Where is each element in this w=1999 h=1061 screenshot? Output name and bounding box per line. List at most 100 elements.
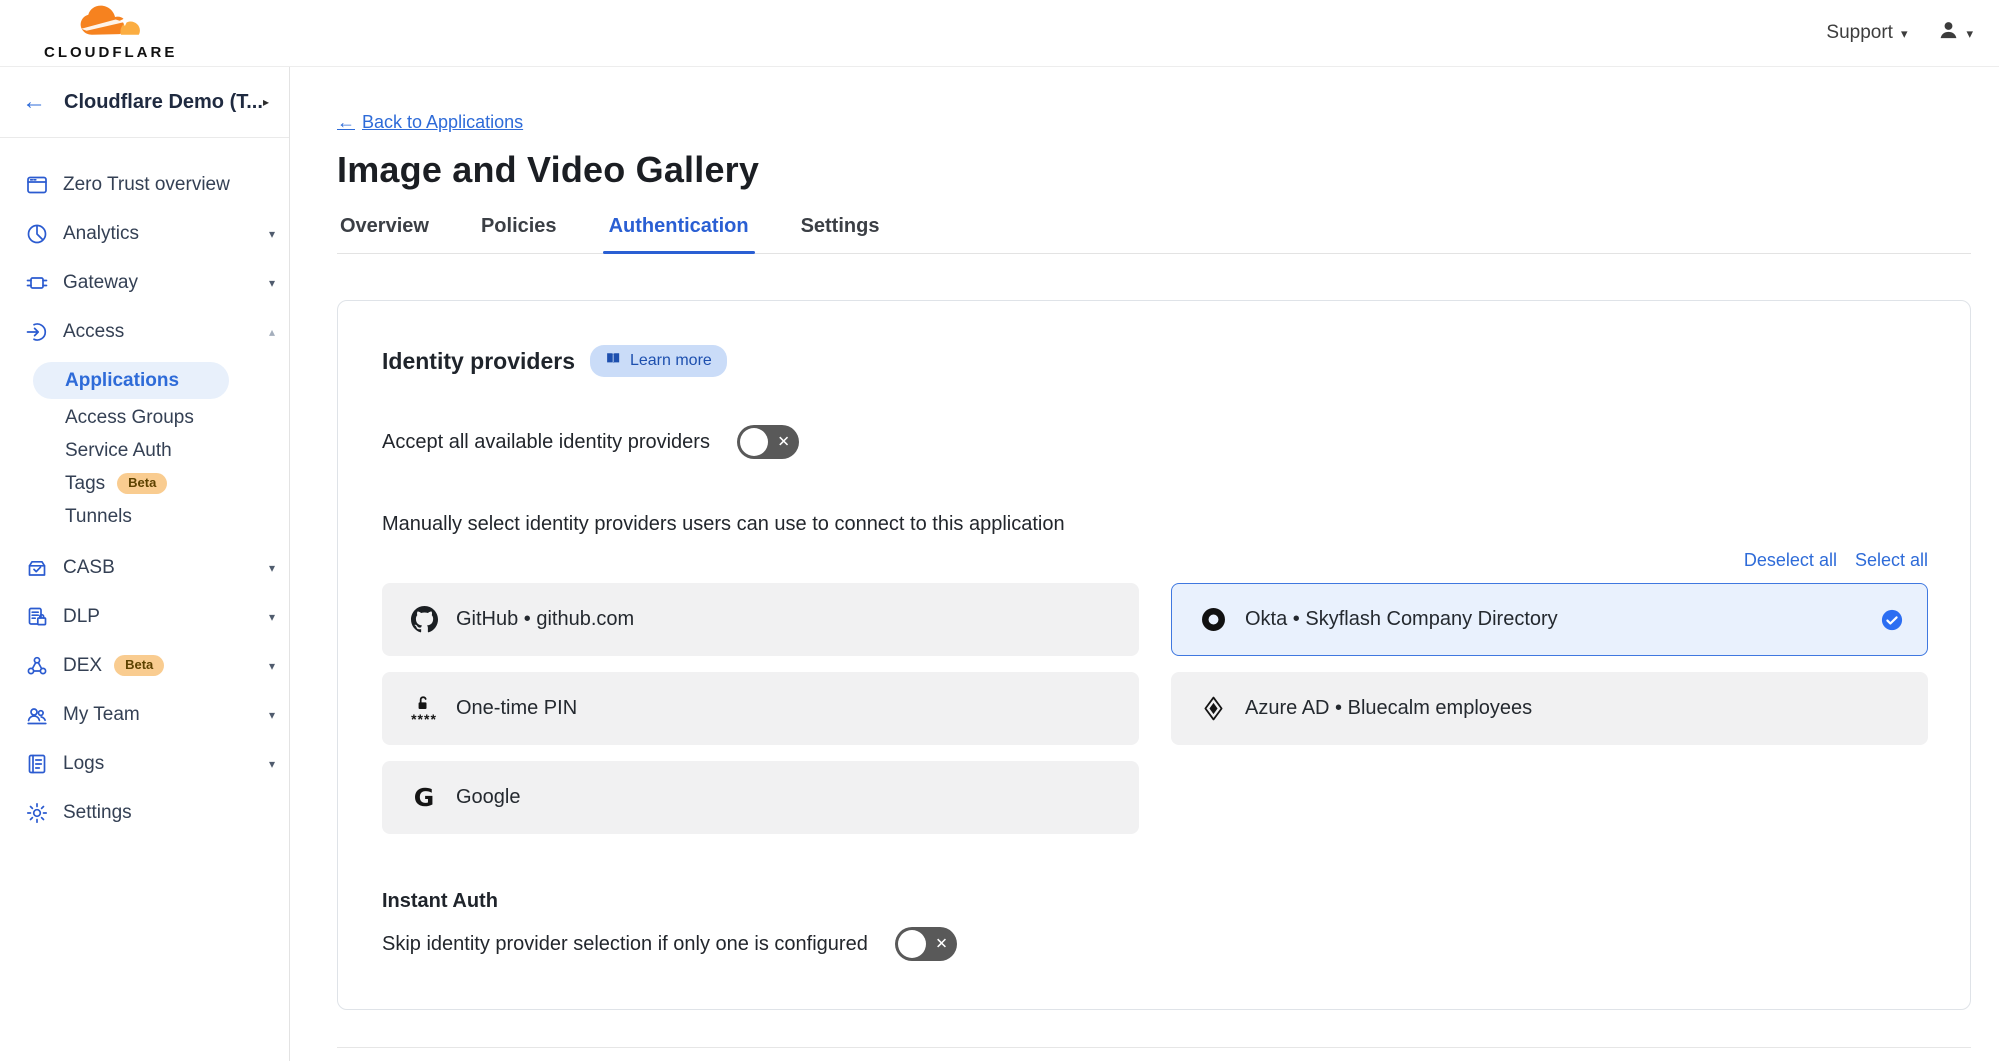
account-name: Cloudflare Demo (T... [64,91,263,114]
toggle-knob [898,930,926,958]
support-label: Support [1826,22,1893,44]
tab-settings[interactable]: Settings [798,215,883,253]
sidebar-item-my-team[interactable]: My Team▾ [0,690,289,739]
sidebar-subitem-label: Access Groups [65,407,194,429]
user-icon [1937,19,1960,47]
dlp-icon [24,604,50,630]
provider-label: Google [456,786,521,809]
provider-grid: GitHub • github.com Okta • Skyflash Compa… [382,583,1928,834]
skip-toggle-label: Skip identity provider selection if only… [382,933,868,956]
beta-badge: Beta [114,655,164,676]
sidebar-subitem-tags[interactable]: Tags Beta [0,467,289,500]
back-arrow-icon: ← [337,112,355,133]
sidebar-item-gateway[interactable]: Gateway ▾ [0,258,289,307]
toggle-off-x-icon: ✕ [935,935,948,953]
sidebar-item-label: Access [63,321,124,343]
analytics-icon [24,221,50,247]
sidebar-subitem-tunnels[interactable]: Tunnels [0,500,289,533]
user-menu[interactable]: ▾ [1937,19,1973,47]
one-time-pin-icon: **** [409,694,439,724]
my-team-icon [24,702,50,728]
github-icon [409,606,439,633]
instant-auth-heading: Instant Auth [382,890,1928,913]
zero-trust-overview-icon [24,172,50,198]
tabs: Overview Policies Authentication Setting… [337,215,1971,254]
provider-tile-okta[interactable]: Okta • Skyflash Company Directory [1171,583,1928,656]
sidebar-item-dlp[interactable]: DLP ▾ [0,592,289,641]
azure-ad-icon [1198,695,1228,722]
sidebar-item-casb[interactable]: CASB▾ [0,543,289,592]
sidebar-item-label: DLP [63,606,100,628]
provider-label: One-time PIN [456,697,577,720]
gateway-icon [24,270,50,296]
sidebar-item-dex[interactable]: DEX Beta ▾ [0,641,289,690]
back-arrow-icon[interactable]: ← [22,90,46,114]
learn-more-badge[interactable]: Learn more [590,345,727,377]
sidebar-subnav-access: Applications Access Groups Service Auth Tag… [0,356,289,543]
sidebar-item-label: Gateway [63,272,138,294]
sidebar-item-access[interactable]: Access ▴ [0,307,289,356]
card-heading: Identity providers [382,348,575,375]
provider-tile-azure-ad[interactable]: Azure AD • Bluecalm employees [1171,672,1928,745]
chevron-down-icon: ▾ [269,276,275,290]
tab-overview[interactable]: Overview [337,215,432,253]
sidebar-item-zero-trust-overview[interactable]: Zero Trust overview [0,160,289,209]
topbar-right: Support ▾ ▾ [1826,19,1973,47]
topbar: CLOUDFLARE Support ▾ ▾ [0,0,1999,67]
support-menu[interactable]: Support ▾ [1826,22,1907,44]
provider-tile-google[interactable]: G Google [382,761,1139,834]
sidebar-item-analytics[interactable]: Analytics▾ [0,209,289,258]
cloudflare-wordmark: CLOUDFLARE [44,44,177,61]
sidebar-subitem-service-auth[interactable]: Service Auth [0,434,289,467]
sidebar: ← Cloudflare Demo (T... ▸ Zero Trust ove… [0,67,290,1061]
main-content: ← Back to Applications Image and Video G… [290,67,1999,1061]
sidebar-item-logs[interactable]: Logs▾ [0,739,289,788]
provider-label: Okta • Skyflash Company Directory [1245,608,1558,631]
sidebar-item-label: DEX [63,655,102,677]
instant-auth-toggle[interactable]: ✕ [895,927,957,961]
sidebar-subitem-applications[interactable]: Applications [33,362,229,399]
account-header[interactable]: ← Cloudflare Demo (T... ▸ [0,67,289,138]
identity-providers-card: Identity providers Learn more Accept all… [337,300,1971,1010]
chevron-down-icon: ▾ [269,659,275,673]
tab-authentication[interactable]: Authentication [606,215,752,253]
provider-tile-one-time-pin[interactable]: **** One-time PIN [382,672,1139,745]
back-link-label: Back to Applications [362,112,523,133]
sidebar-item-label: Logs [63,753,104,775]
page-title: Image and Video Gallery [337,149,1971,191]
cloudflare-logo[interactable]: CLOUDFLARE [44,5,177,61]
sidebar-nav: Zero Trust overview Analytics▾ Gateway ▾ Acc… [0,138,289,837]
sidebar-subitem-access-groups[interactable]: Access Groups [0,401,289,434]
tab-policies[interactable]: Policies [478,215,560,253]
chevron-up-icon: ▴ [269,325,275,339]
footer-divider [337,1047,1971,1048]
cloudflare-cloud-icon [73,5,149,43]
sidebar-item-settings[interactable]: Settings [0,788,289,837]
logs-icon [24,751,50,777]
manual-select-label: Manually select identity providers users… [382,513,1928,536]
back-to-applications-link[interactable]: ← Back to Applications [337,112,523,133]
provider-label: GitHub • github.com [456,608,634,631]
select-all-link[interactable]: Select all [1855,550,1928,571]
cloudflare-zero-trust-page: CLOUDFLARE Support ▾ ▾ ← Cloudflare Demo [0,0,1999,1061]
beta-badge: Beta [117,473,167,494]
sidebar-item-label: Settings [63,802,132,824]
accept-toggle-label: Accept all available identity providers [382,431,710,454]
provider-label: Azure AD • Bluecalm employees [1245,697,1532,720]
book-icon [605,350,622,372]
toggle-off-x-icon: ✕ [777,433,790,451]
accept-all-toggle[interactable]: ✕ [737,425,799,459]
sidebar-item-label: Zero Trust overview [63,174,230,196]
chevron-down-icon: ▾ [269,227,275,241]
google-icon: G [409,785,439,810]
deselect-all-link[interactable]: Deselect all [1744,550,1837,571]
chevron-down-icon: ▾ [269,610,275,624]
chevron-right-icon[interactable]: ▸ [263,95,269,109]
chevron-down-icon: ▾ [269,561,275,575]
sidebar-subitem-label: Service Auth [65,440,172,462]
dex-icon [24,653,50,679]
provider-tile-github[interactable]: GitHub • github.com [382,583,1139,656]
sidebar-subitem-label: Tags [65,473,105,495]
chevron-down-icon: ▾ [269,708,275,722]
chevron-down-icon: ▾ [1966,27,1973,40]
